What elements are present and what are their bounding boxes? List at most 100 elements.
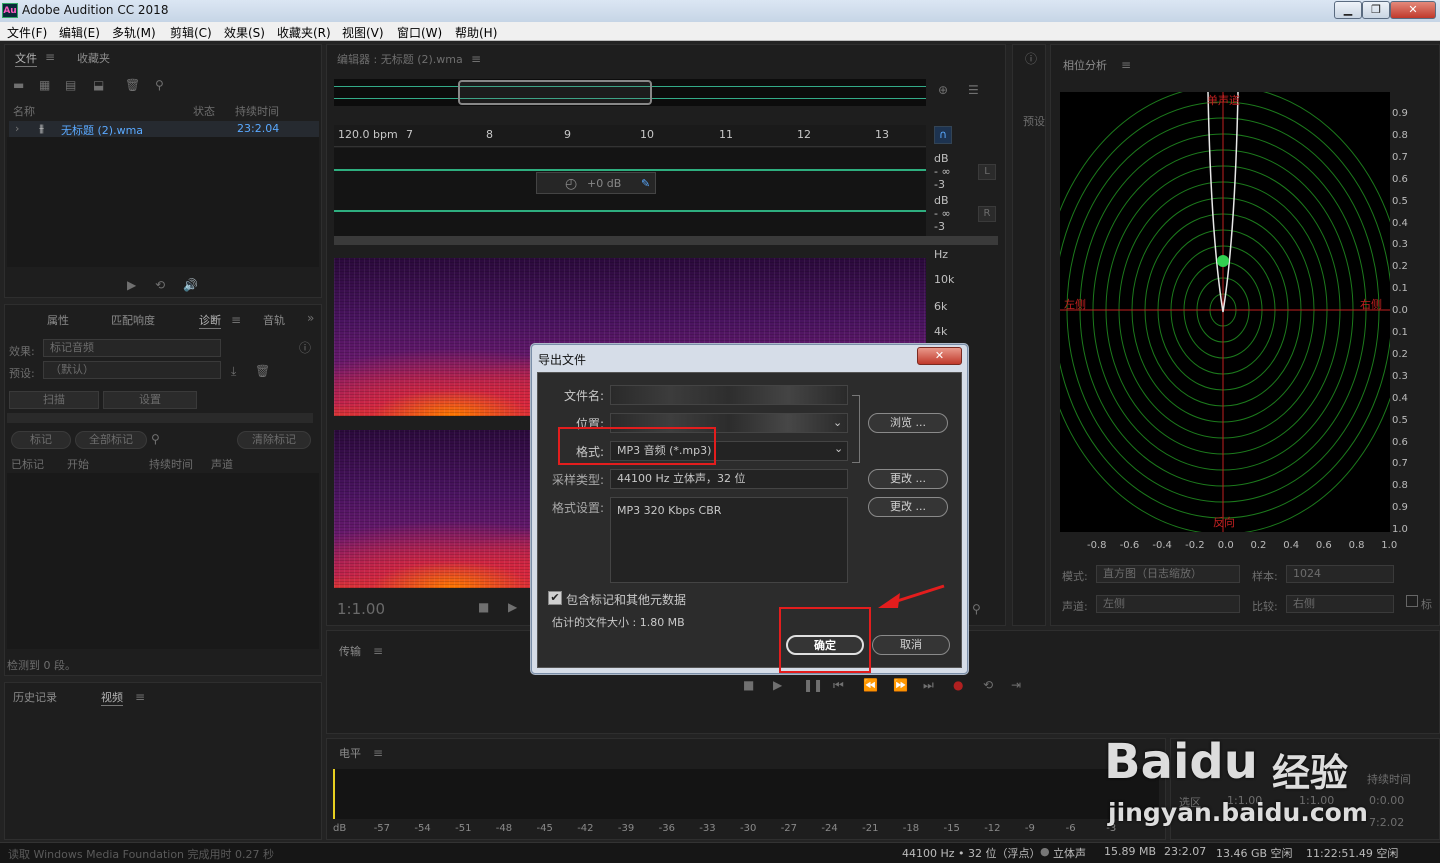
pause-icon[interactable]: ❚❚ (803, 679, 823, 691)
search-icon[interactable]: ⚲ (155, 79, 164, 91)
waveform-right-channel[interactable] (334, 192, 926, 236)
info-icon[interactable]: ⓘ (299, 342, 311, 354)
col-duration[interactable]: 持续时间 (235, 103, 279, 119)
hud-gain-control[interactable]: ◴ +0 dB ✎ (536, 172, 656, 194)
col-channel[interactable]: 声道 (211, 456, 233, 472)
panel-menu-icon[interactable]: ≡ (373, 645, 383, 657)
panel-menu-icon[interactable]: ≡ (373, 747, 383, 759)
channel-select[interactable]: 左侧 (1096, 595, 1240, 613)
pin-icon[interactable]: ✎ (641, 177, 650, 190)
panel-menu-icon[interactable]: ≡ (1121, 59, 1131, 71)
col-name[interactable]: 名称 (13, 103, 35, 119)
go-to-start-icon[interactable]: ⏮ (833, 679, 844, 691)
overview-bar[interactable] (334, 79, 926, 106)
browse-button[interactable]: 浏览 ... (868, 413, 948, 433)
minimize-button[interactable]: ▁ (1334, 1, 1362, 19)
import-icon[interactable]: ▦ (39, 79, 50, 91)
tab-match-loudness[interactable]: 匹配响度 (111, 312, 155, 328)
mark-checkbox[interactable] (1406, 595, 1418, 607)
change-format-settings-button[interactable]: 更改 ... (868, 497, 948, 517)
autoplay-icon[interactable]: 🔊 (183, 279, 198, 291)
col-duration[interactable]: 持续时间 (149, 456, 193, 472)
scan-button[interactable]: 扫描 (9, 391, 99, 409)
info-icon[interactable]: ⓘ (1025, 53, 1037, 65)
more-tabs-icon[interactable]: » (307, 312, 314, 324)
delete-icon[interactable]: 🗑 (125, 79, 140, 91)
zoom-icon[interactable]: ⚲ (972, 603, 981, 615)
tab-files[interactable]: 文件 (15, 50, 37, 67)
compare-select[interactable]: 右侧 (1286, 595, 1394, 613)
menu-effects[interactable]: 效果(S) (224, 24, 265, 41)
play-icon[interactable]: ▶ (508, 601, 517, 613)
chevron-down-icon[interactable]: ⌄ (833, 414, 842, 432)
delete-preset-icon[interactable]: 🗑 (255, 365, 270, 377)
col-start[interactable]: 开始 (67, 456, 89, 472)
insert-icon[interactable]: ⬓ (93, 79, 104, 91)
col-status[interactable]: 状态 (193, 103, 215, 119)
cancel-button[interactable]: 取消 (872, 635, 950, 655)
menu-edit[interactable]: 编辑(E) (59, 24, 100, 41)
stop-icon[interactable]: ■ (478, 601, 489, 613)
loop-icon[interactable]: ⟲ (983, 679, 993, 691)
save-preset-icon[interactable]: ⤓ (231, 365, 236, 377)
channel-l-button[interactable]: L (978, 164, 996, 180)
menu-help[interactable]: 帮助(H) (455, 24, 497, 41)
close-window-button[interactable]: ✕ (1390, 1, 1436, 19)
mode-select[interactable]: 直方图（日志缩放） (1096, 565, 1240, 583)
tab-diagnostics[interactable]: 诊断 (199, 312, 221, 329)
include-markers-checkbox[interactable]: ✔ (548, 591, 562, 605)
effect-select[interactable]: 标记音频 (43, 339, 221, 357)
panel-menu-icon[interactable]: ≡ (45, 51, 55, 63)
tab-favorites[interactable]: 收藏夹 (77, 50, 110, 66)
mark-all-button[interactable]: 全部标记 (75, 431, 147, 449)
tab-video[interactable]: 视频 (101, 689, 123, 706)
file-row[interactable]: › ⫵ 无标题 (2).wma 23:2.04 (9, 121, 319, 137)
open-folder-icon[interactable]: ▬ (13, 79, 24, 91)
snap-icon[interactable]: ∩ (934, 126, 952, 144)
search-icon[interactable]: ⚲ (151, 433, 160, 445)
change-sample-type-button[interactable]: 更改 ... (868, 469, 948, 489)
dialog-close-button[interactable]: ✕ (917, 347, 962, 365)
panel-menu-icon[interactable]: ≡ (135, 691, 145, 703)
time-ruler[interactable]: 120.0 bpm 7 8 9 10 11 12 13 (334, 125, 926, 147)
fast-forward-icon[interactable]: ⏩ (893, 679, 908, 691)
play-icon[interactable]: ▶ (127, 279, 136, 291)
tab-audio[interactable]: 音轨 (263, 312, 285, 328)
channel-r-button[interactable]: R (978, 206, 996, 222)
record-icon[interactable]: ● (953, 679, 963, 691)
history-panel: 历史记录 视频 ≡ (4, 682, 322, 840)
chevron-down-icon[interactable]: ⌄ (834, 442, 843, 455)
sample-select[interactable]: 1024 (1286, 565, 1394, 583)
filename-input[interactable] (610, 385, 848, 405)
zoom-navigator-icon[interactable]: ⊕ (938, 84, 948, 96)
view-divider[interactable] (334, 236, 998, 245)
preset-select[interactable]: （默认） (43, 361, 221, 379)
rewind-icon[interactable]: ⏪ (863, 679, 878, 691)
menu-view[interactable]: 视图(V) (342, 24, 384, 41)
go-to-end-icon[interactable]: ⏭ (923, 679, 934, 691)
new-file-icon[interactable]: ▤ (65, 79, 76, 91)
display-toggle-icon[interactable]: ☰ (968, 84, 979, 96)
menu-file[interactable]: 文件(F) (7, 24, 47, 41)
skip-selection-icon[interactable]: ⇥ (1011, 679, 1021, 691)
menu-multitrack[interactable]: 多轨(M) (112, 24, 156, 41)
col-marked[interactable]: 已标记 (11, 456, 44, 472)
clear-marks-button[interactable]: 清除标记 (237, 431, 311, 449)
maximize-button[interactable]: ❐ (1362, 1, 1390, 19)
expand-icon[interactable]: › (15, 122, 19, 135)
settings-button[interactable]: 设置 (103, 391, 197, 409)
menu-clip[interactable]: 剪辑(C) (170, 24, 212, 41)
play-icon[interactable]: ▶ (773, 679, 782, 691)
mark-button[interactable]: 标记 (11, 431, 71, 449)
stop-icon[interactable]: ■ (743, 679, 754, 691)
panel-menu-icon[interactable]: ≡ (471, 53, 481, 65)
menu-favorites[interactable]: 收藏夹(R) (277, 24, 331, 41)
tab-properties[interactable]: 属性 (47, 312, 69, 328)
tab-presets[interactable]: 预设 (1023, 113, 1045, 129)
gain-knob-icon[interactable]: ◴ (565, 176, 577, 192)
overview-zoom-window[interactable] (458, 80, 652, 105)
panel-menu-icon[interactable]: ≡ (231, 314, 241, 326)
tab-history[interactable]: 历史记录 (13, 689, 57, 705)
loop-icon[interactable]: ⟲ (155, 279, 165, 291)
menu-window[interactable]: 窗口(W) (397, 24, 442, 41)
